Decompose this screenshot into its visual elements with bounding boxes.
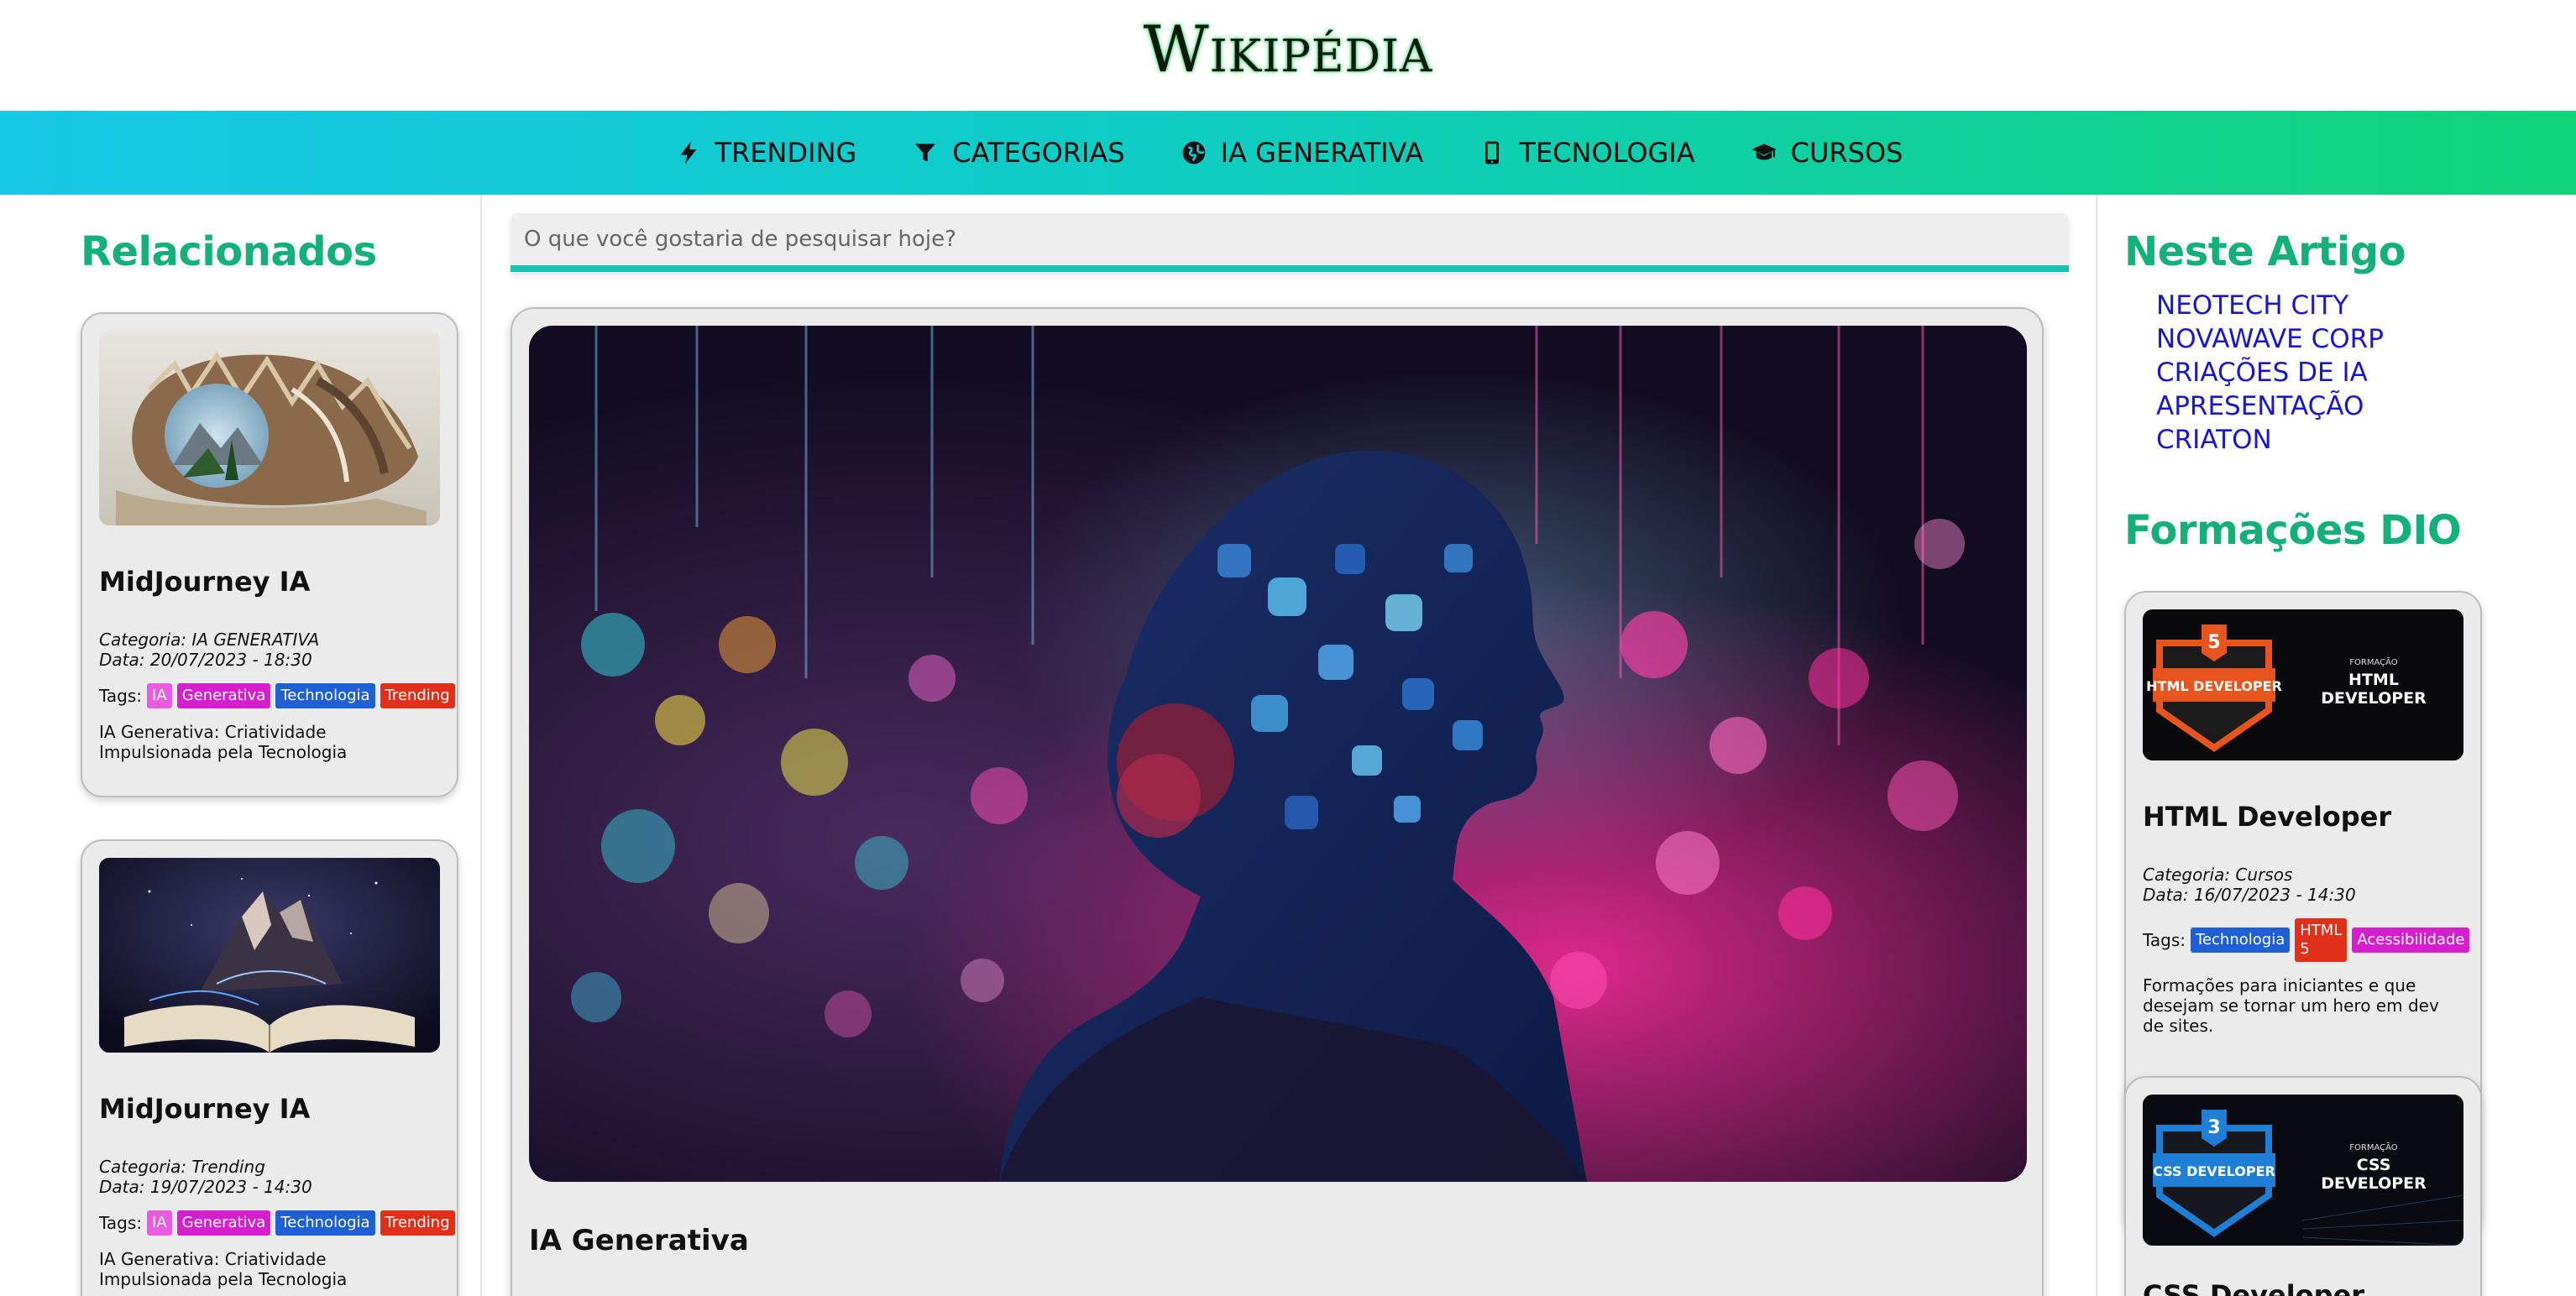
- toc-title: Neste Artigo: [2124, 228, 2406, 275]
- svg-text:CSS: CSS: [2357, 1156, 2391, 1174]
- card-category: Categoria: Trending: [99, 1157, 265, 1177]
- course-description: Formações para iniciantes e que desejam …: [2143, 975, 2439, 1036]
- card-meta: Categoria: IA GENERATIVA Data: 20/07/202…: [99, 630, 440, 670]
- toc-link-apresentacao[interactable]: APRESENTAÇÃO: [2156, 391, 2364, 421]
- svg-text:3: 3: [2207, 1117, 2220, 1138]
- nav-item-trending[interactable]: TRENDING: [647, 111, 884, 195]
- nav-label: CATEGORIAS: [952, 137, 1125, 169]
- article-card: IA Generativa: [510, 307, 2044, 1296]
- related-sidebar: Relacionados MidJourney IA Categoria: IA…: [0, 195, 482, 1296]
- bolt-icon: [673, 138, 704, 168]
- nav-label: CURSOS: [1790, 137, 1903, 169]
- card-date: Data: 20/07/2023 - 18:30: [99, 650, 312, 670]
- site-logo[interactable]: Wikipédia: [0, 12, 2576, 86]
- course-banner: 3 CSS DEVELOPER FORMAÇÃO CSS DEVELOPER: [2143, 1095, 2463, 1246]
- toc-link-novawave-corp[interactable]: NOVAWAVE CORP: [2156, 324, 2384, 354]
- toc-link-criacoes-de-ia[interactable]: CRIAÇÕES DE IA: [2156, 358, 2368, 388]
- tag[interactable]: Technologia: [2191, 928, 2291, 953]
- course-category: Categoria: Cursos: [2143, 865, 2293, 885]
- card-date: Data: 19/07/2023 - 14:30: [99, 1177, 312, 1197]
- svg-text:DEVELOPER: DEVELOPER: [2321, 1174, 2427, 1193]
- nav-label: IA GENERATIVA: [1220, 137, 1424, 169]
- article-sidebar: Neste Artigo NEOTECH CITY NOVAWAVE CORP …: [2096, 195, 2576, 1296]
- main-content: IA Generativa: [482, 195, 2096, 1296]
- toc-item[interactable]: NEOTECH CITY: [2156, 289, 2384, 322]
- html5-badge-icon: 5 HTML DEVELOPER FORMAÇÃO HTML DEVELOPER: [2143, 609, 2463, 760]
- tags-label: Tags:: [2143, 930, 2186, 950]
- tag[interactable]: IA: [147, 683, 172, 708]
- nav-item-tecnologia[interactable]: TECNOLOGIA: [1450, 111, 1721, 195]
- tag[interactable]: Generativa: [176, 1210, 271, 1236]
- card-description: IA Generativa: Criatividade Impulsionada…: [99, 1249, 348, 1289]
- toc-item[interactable]: APRESENTAÇÃO: [2156, 389, 2384, 423]
- card-title[interactable]: MidJourney IA: [99, 566, 440, 598]
- svg-text:CSS DEVELOPER: CSS DEVELOPER: [2153, 1163, 2275, 1179]
- search-bar: [510, 213, 2069, 272]
- toc-item[interactable]: NOVAWAVE CORP: [2156, 322, 2384, 356]
- phone-icon: [1477, 138, 1507, 168]
- svg-text:DEVELOPER: DEVELOPER: [2321, 689, 2427, 708]
- tag[interactable]: Trending: [380, 1210, 455, 1236]
- courses-title: Formações DIO: [2124, 507, 2462, 554]
- toc-item[interactable]: CRIAÇÕES DE IA: [2156, 356, 2384, 389]
- toc-list: NEOTECH CITY NOVAWAVE CORP CRIAÇÕES DE I…: [2124, 289, 2384, 457]
- course-banner: 5 HTML DEVELOPER FORMAÇÃO HTML DEVELOPER: [2143, 609, 2463, 760]
- nav-item-categorias[interactable]: CATEGORIAS: [883, 111, 1151, 195]
- article-hero-image: [529, 326, 2027, 1182]
- nav-item-cursos[interactable]: CURSOS: [1722, 111, 1930, 195]
- filter-icon: [910, 138, 940, 168]
- card-thumbnail: [99, 858, 440, 1053]
- article-title: IA Generativa: [529, 1224, 749, 1257]
- card-title[interactable]: MidJourney IA: [99, 1093, 440, 1125]
- course-date: Data: 16/07/2023 - 14:30: [2143, 885, 2356, 905]
- tags-label: Tags:: [99, 1213, 143, 1233]
- related-card[interactable]: MidJourney IA Categoria: Trending Data: …: [81, 839, 458, 1296]
- css3-badge-icon: 3 CSS DEVELOPER FORMAÇÃO CSS DEVELOPER: [2143, 1095, 2463, 1246]
- related-title: Relacionados: [81, 228, 377, 275]
- tag[interactable]: IA: [147, 1210, 172, 1236]
- nav-label: TECNOLOGIA: [1519, 137, 1695, 169]
- tags-label: Tags:: [99, 686, 143, 706]
- related-card[interactable]: MidJourney IA Categoria: IA GENERATIVA D…: [81, 312, 458, 797]
- toc-link-neotech-city[interactable]: NEOTECH CITY: [2156, 290, 2348, 321]
- globe-icon: [1179, 138, 1209, 168]
- search-input[interactable]: [510, 213, 2069, 265]
- tag[interactable]: Acessibilidade: [2352, 928, 2470, 953]
- site-header: Wikipédia: [0, 0, 2576, 111]
- tag[interactable]: HTML 5: [2295, 918, 2348, 962]
- svg-text:HTML: HTML: [2348, 671, 2399, 689]
- svg-text:FORMAÇÃO: FORMAÇÃO: [2349, 1142, 2398, 1152]
- card-tags: Tags: IA Generativa Technologia Trending: [99, 1210, 455, 1236]
- tag[interactable]: Trending: [380, 683, 455, 708]
- nav-label: TRENDING: [715, 137, 857, 169]
- course-card[interactable]: 3 CSS DEVELOPER FORMAÇÃO CSS DEVELOPER C…: [2124, 1076, 2482, 1296]
- svg-text:HTML DEVELOPER: HTML DEVELOPER: [2146, 678, 2282, 694]
- main-nav: TRENDING CATEGORIAS IA GENERATIVA TECNOL…: [0, 111, 2576, 195]
- graduation-cap-icon: [1749, 138, 1779, 168]
- course-title[interactable]: HTML Developer: [2143, 801, 2463, 833]
- toc-item[interactable]: CRIATON: [2156, 423, 2384, 457]
- tag[interactable]: Technologia: [275, 1210, 375, 1236]
- card-description: IA Generativa: Criatividade Impulsionada…: [99, 722, 348, 762]
- tag[interactable]: Generativa: [176, 683, 271, 708]
- toc-link-criaton[interactable]: CRIATON: [2156, 425, 2272, 455]
- course-title[interactable]: CSS Developer: [2143, 1279, 2463, 1296]
- course-meta: Categoria: Cursos Data: 16/07/2023 - 14:…: [2143, 865, 2463, 905]
- svg-text:5: 5: [2207, 632, 2220, 653]
- course-tags: Tags: Technologia HTML 5 Acessibilidade: [2143, 918, 2470, 962]
- nav-item-ia-generativa[interactable]: IA GENERATIVA: [1152, 111, 1451, 195]
- card-category: Categoria: IA GENERATIVA: [99, 630, 320, 650]
- tag[interactable]: Technologia: [275, 683, 375, 708]
- card-tags: Tags: IA Generativa Technologia Trending: [99, 683, 455, 708]
- svg-text:FORMAÇÃO: FORMAÇÃO: [2349, 656, 2398, 667]
- card-thumbnail: [99, 331, 440, 525]
- card-meta: Categoria: Trending Data: 19/07/2023 - 1…: [99, 1157, 440, 1197]
